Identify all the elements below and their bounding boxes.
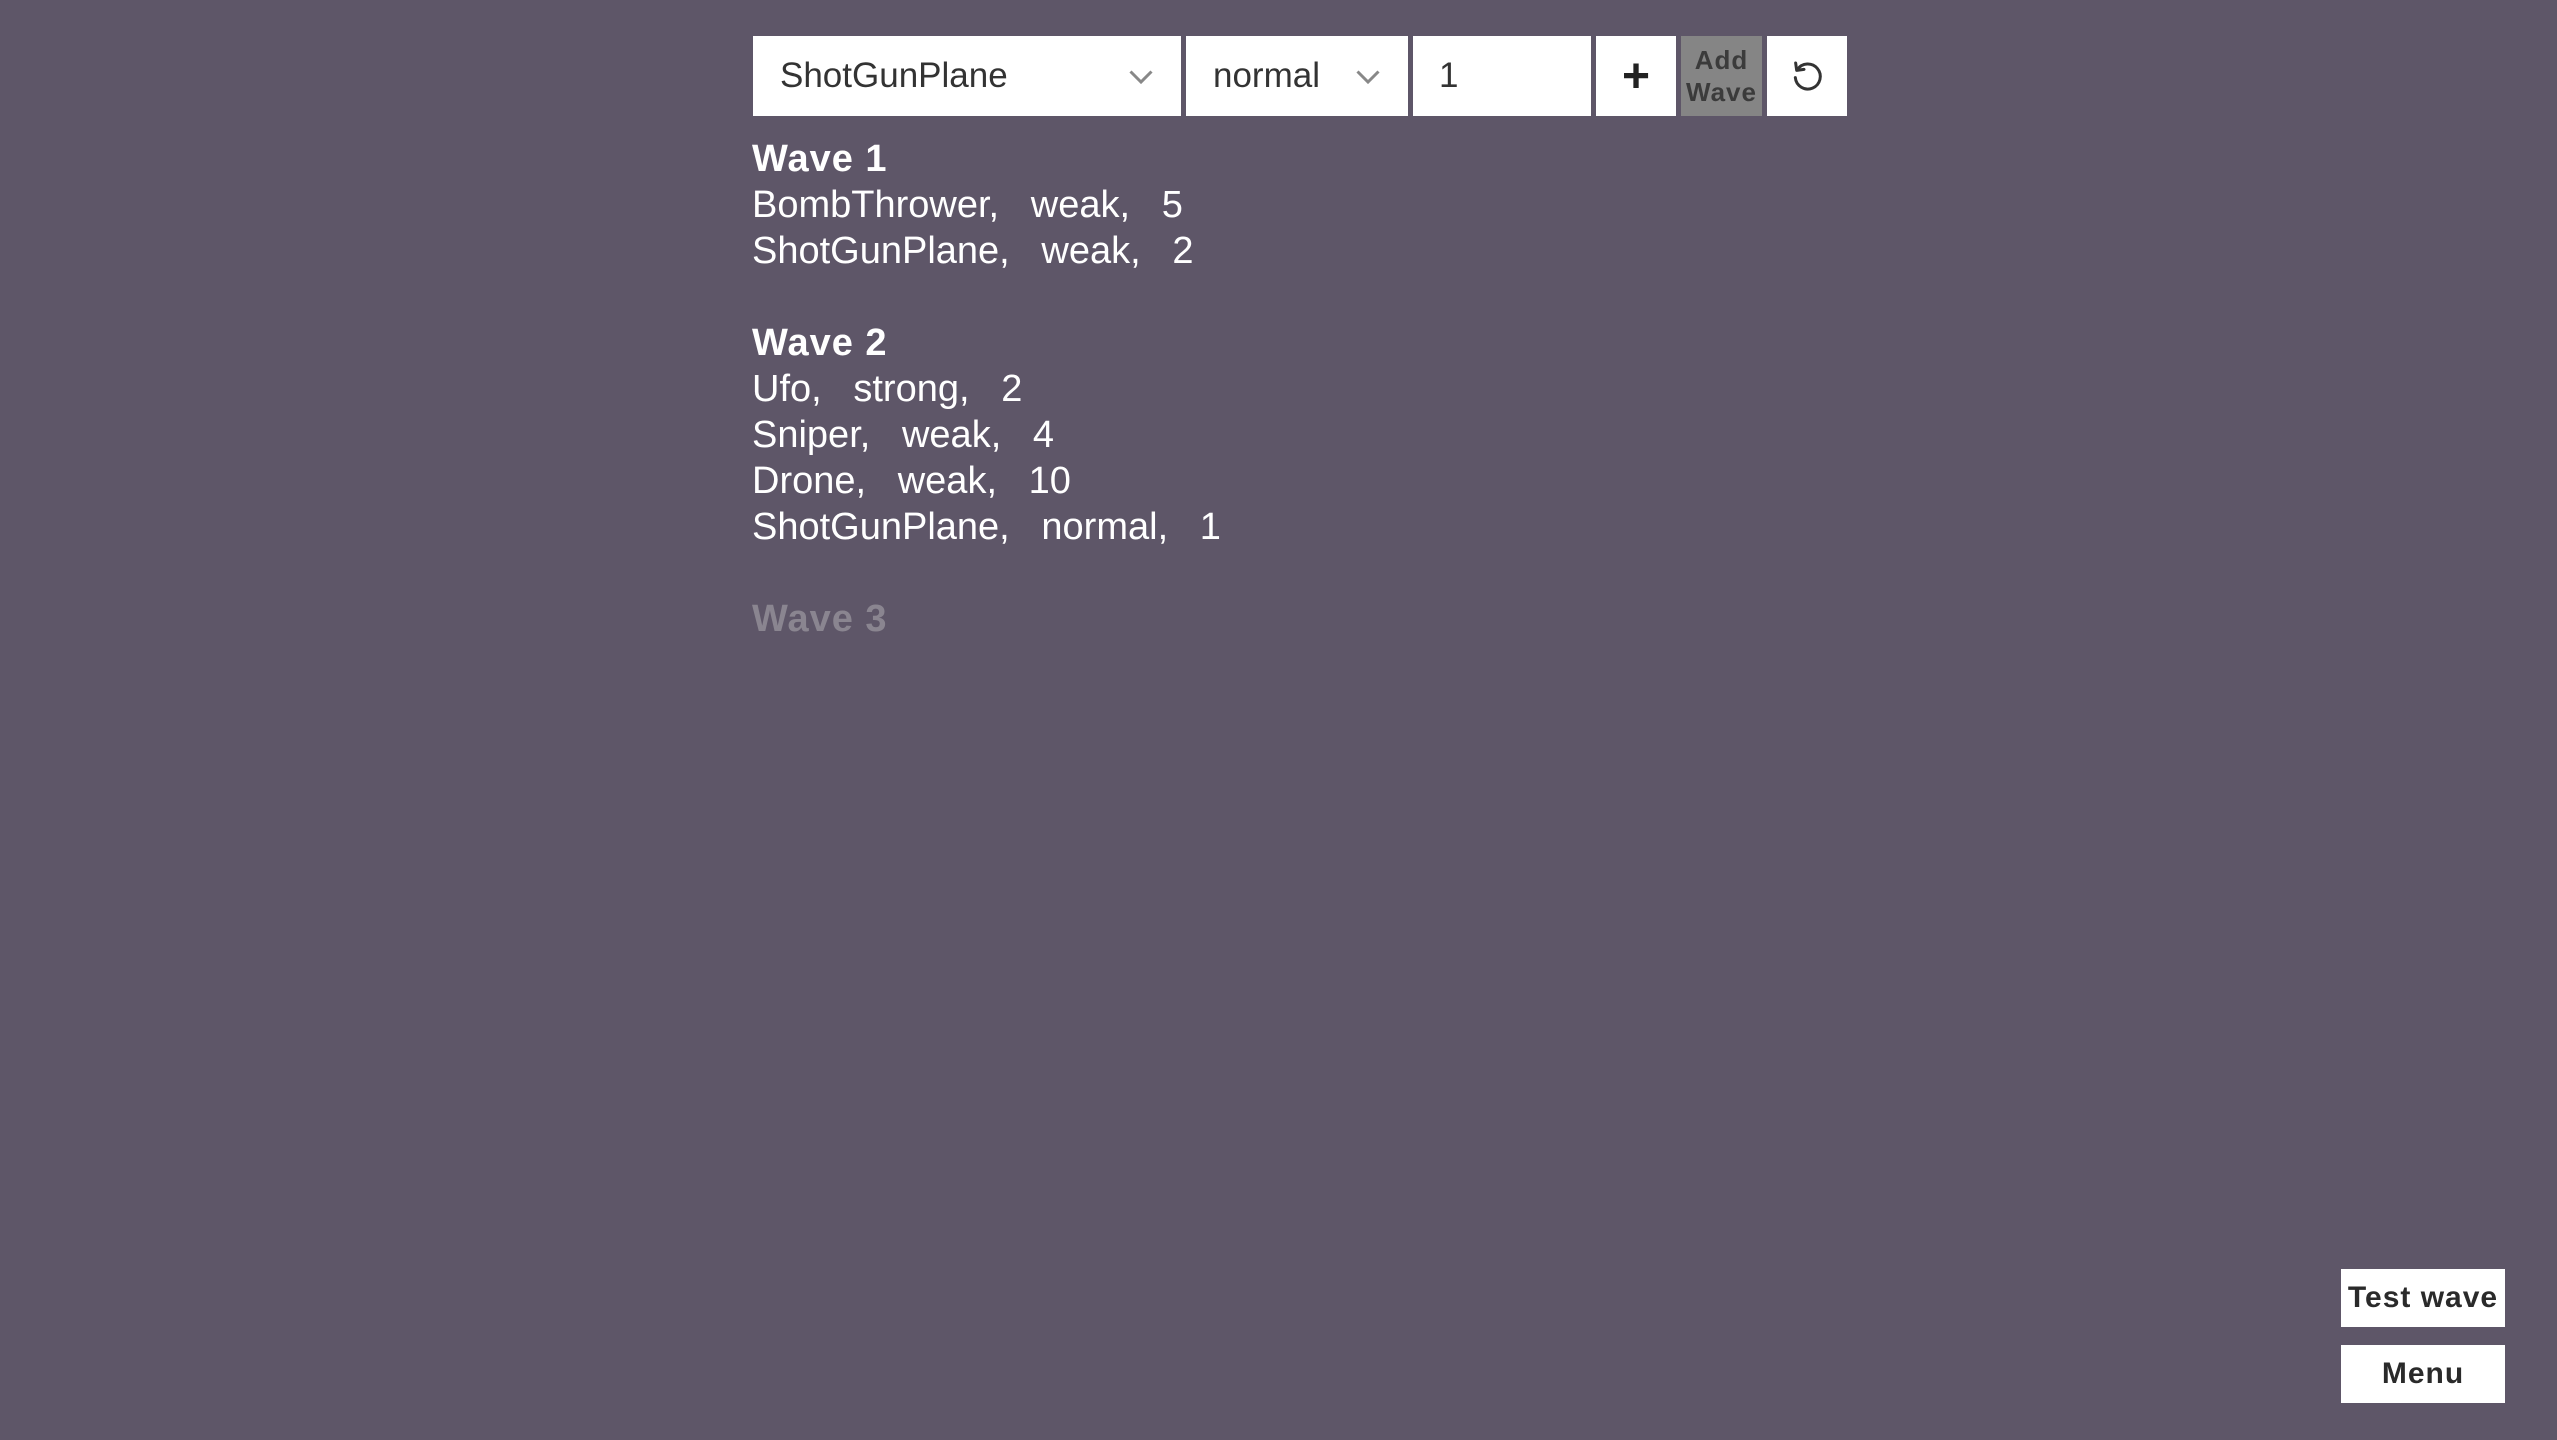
wave-entry[interactable]: Drone, weak, 10: [752, 458, 1221, 504]
wave-entry[interactable]: ShotGunPlane, weak, 2: [752, 228, 1221, 274]
wave-block: Wave 1 BombThrower, weak, 5 ShotGunPlane…: [752, 136, 1221, 274]
enemy-type-select[interactable]: ShotGunPlane: [753, 36, 1181, 116]
wave-entry[interactable]: Sniper, weak, 4: [752, 412, 1221, 458]
strength-select[interactable]: normal: [1186, 36, 1408, 116]
wave-toolbar: ShotGunPlane normal 1 + Add Wave: [753, 36, 1847, 116]
enemy-type-value: ShotGunPlane: [780, 56, 1008, 95]
wave-block: Wave 2 Ufo, strong, 2 Sniper, weak, 4 Dr…: [752, 320, 1221, 550]
wave-title[interactable]: Wave 1: [752, 136, 1221, 182]
wave-block: Wave 3: [752, 596, 1221, 642]
wave-title[interactable]: Wave 2: [752, 320, 1221, 366]
test-wave-button[interactable]: Test wave: [2341, 1269, 2505, 1327]
wave-editor: ShotGunPlane normal 1 + Add Wave Wave 1 …: [0, 0, 2557, 1440]
add-wave-button[interactable]: Add Wave: [1681, 36, 1762, 116]
strength-value: normal: [1213, 56, 1320, 95]
chevron-down-icon: [1356, 70, 1380, 85]
enemy-count-input[interactable]: 1: [1413, 36, 1591, 116]
wave-entry[interactable]: BombThrower, weak, 5: [752, 182, 1221, 228]
menu-button[interactable]: Menu: [2341, 1345, 2505, 1403]
add-enemy-button[interactable]: +: [1596, 36, 1676, 116]
add-wave-label-line2: Wave: [1686, 77, 1757, 107]
wave-title-current[interactable]: Wave 3: [752, 596, 1221, 642]
add-wave-label-line1: Add: [1694, 45, 1749, 75]
plus-icon: +: [1621, 49, 1651, 103]
undo-button[interactable]: [1767, 36, 1847, 116]
wave-entry[interactable]: ShotGunPlane, normal, 1: [752, 504, 1221, 550]
undo-icon: [1793, 61, 1822, 91]
wave-entry[interactable]: Ufo, strong, 2: [752, 366, 1221, 412]
enemy-count-value: 1: [1439, 56, 1459, 95]
wave-list: Wave 1 BombThrower, weak, 5 ShotGunPlane…: [752, 136, 1221, 688]
chevron-down-icon: [1129, 70, 1153, 85]
